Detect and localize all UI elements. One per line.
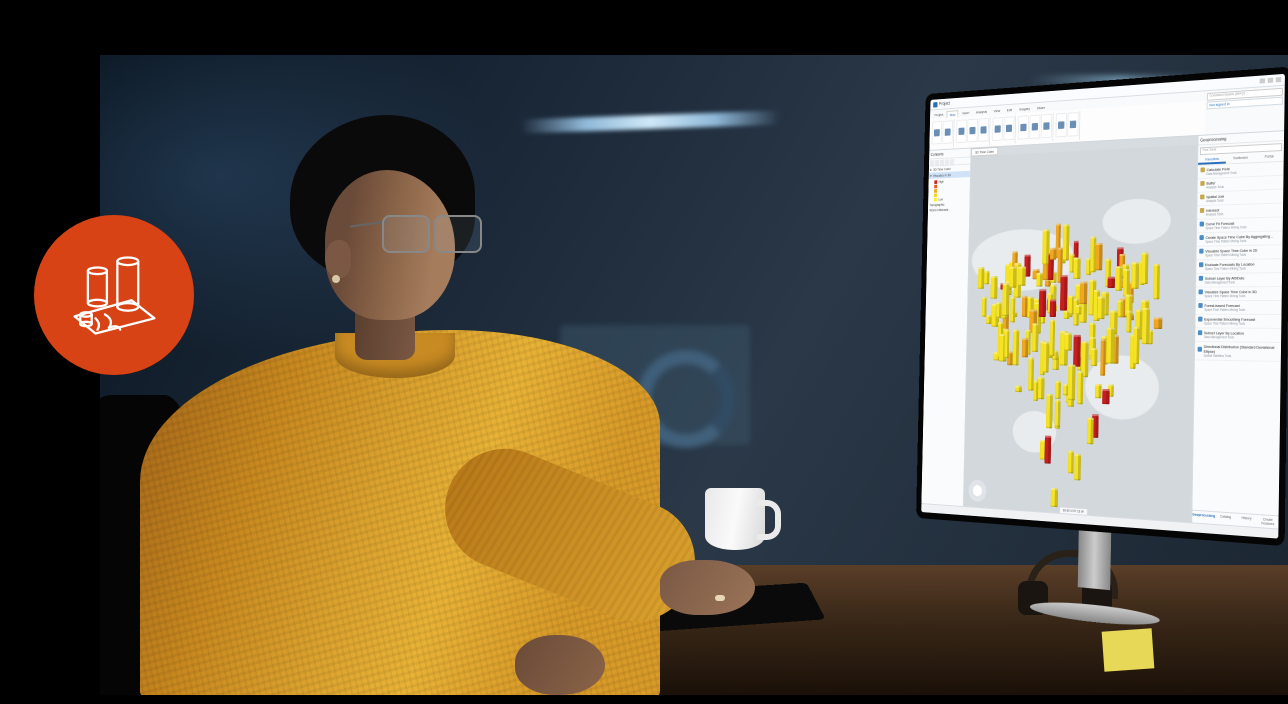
left-hand bbox=[515, 635, 605, 695]
workspace: Contents ▸ 3D Time Cube ▾ Visualize in 3… bbox=[921, 131, 1284, 528]
gis-app-screen: Project ProjectMapInsertAnalysisViewEdit… bbox=[921, 74, 1285, 539]
tool-btn[interactable] bbox=[956, 119, 967, 143]
minimize-icon[interactable] bbox=[1260, 78, 1265, 83]
monitor: Project ProjectMapInsertAnalysisViewEdit… bbox=[916, 66, 1288, 546]
tool-btn[interactable] bbox=[978, 118, 989, 142]
gp-tab[interactable]: Portal bbox=[1255, 153, 1284, 162]
tool-btn[interactable] bbox=[1029, 115, 1040, 139]
earring bbox=[332, 275, 340, 283]
gp-tool-item[interactable]: Subset Layer By LocationData Management … bbox=[1195, 328, 1281, 343]
close-icon[interactable] bbox=[1276, 77, 1281, 82]
window-controls[interactable] bbox=[1260, 77, 1282, 83]
tool-btn[interactable] bbox=[1056, 113, 1067, 138]
tool-btn[interactable] bbox=[967, 119, 978, 143]
person bbox=[140, 115, 660, 695]
gp-tool-item[interactable]: Subset Layer By AttributeData Management… bbox=[1196, 273, 1282, 287]
toc-basemap-2[interactable]: World Hillshade bbox=[928, 207, 969, 214]
tool-btn[interactable] bbox=[942, 120, 953, 144]
map-view[interactable]: 3D Time Cube 38.05 N 97.13 W bbox=[964, 136, 1198, 522]
maximize-icon[interactable] bbox=[1268, 78, 1273, 83]
gp-tab[interactable]: Favorites bbox=[1198, 156, 1226, 165]
space-time-cubes bbox=[1063, 345, 1071, 354]
monitor-bezel: Project ProjectMapInsertAnalysisViewEdit… bbox=[916, 66, 1288, 546]
app-icon bbox=[933, 102, 937, 108]
gp-tool-item[interactable]: Forest-based ForecastSpace Time Pattern … bbox=[1196, 301, 1282, 315]
gp-tool-item[interactable]: Evaluate Forecasts By LocationSpace Time… bbox=[1196, 259, 1282, 274]
tool-btn[interactable] bbox=[932, 121, 943, 144]
ring bbox=[715, 595, 725, 601]
3d-cylinders-on-map-icon bbox=[67, 248, 162, 343]
tool-btn[interactable] bbox=[992, 117, 1003, 141]
glasses bbox=[382, 215, 482, 253]
right-hand bbox=[660, 560, 755, 615]
tool-btn[interactable] bbox=[1018, 115, 1029, 139]
coffee-mug bbox=[705, 488, 765, 550]
tool-btn[interactable] bbox=[1003, 116, 1014, 140]
gp-tool-item[interactable]: Exponential Smoothing ForecastSpace Time… bbox=[1195, 315, 1281, 329]
gp-tool-item[interactable]: Visualize Space Time Cube in 2DSpace Tim… bbox=[1197, 245, 1283, 260]
monitor-stand bbox=[1030, 522, 1162, 629]
tool-btn[interactable] bbox=[1041, 114, 1052, 138]
ear bbox=[325, 240, 351, 278]
legend: HighLow bbox=[928, 177, 970, 203]
gp-tool-list: Calculate FieldData Management ToolsBuff… bbox=[1192, 162, 1283, 516]
app-title: Project bbox=[939, 101, 950, 107]
gp-tool-item[interactable]: Visualize Space Time Cube in 3DSpace Tim… bbox=[1196, 287, 1282, 301]
geoprocessing-pane: Geoprocessing Find Tools FavoritesToolbo… bbox=[1191, 131, 1284, 528]
gp-tool-item[interactable]: Directional Distribution (Standard Devia… bbox=[1195, 342, 1281, 362]
hero-photo: Project ProjectMapInsertAnalysisViewEdit… bbox=[100, 55, 1288, 695]
sticky-note bbox=[1102, 628, 1155, 671]
feature-badge bbox=[34, 215, 194, 375]
gp-tab[interactable]: Toolboxes bbox=[1226, 154, 1255, 163]
tool-btn[interactable] bbox=[1067, 112, 1079, 137]
